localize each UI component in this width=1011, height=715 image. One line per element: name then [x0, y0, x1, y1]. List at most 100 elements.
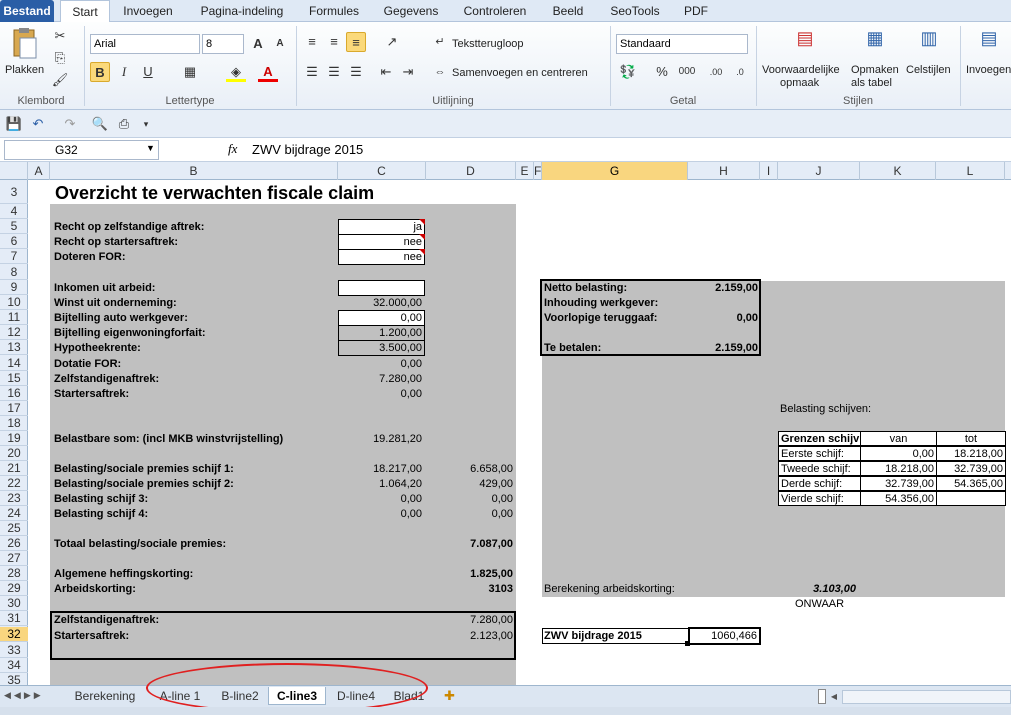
merge-center-button[interactable]: Samenvoegen en centreren	[452, 67, 588, 80]
column-header-k[interactable]: K	[860, 162, 936, 180]
print-preview-icon[interactable]: 🔍	[90, 114, 110, 134]
increase-decimal-icon[interactable]: .00	[706, 62, 726, 82]
conditional-format-icon[interactable]: ▤	[792, 28, 818, 54]
schijven-cell[interactable]: Vierde schijf:	[778, 491, 861, 506]
align-right-icon[interactable]: ☰	[346, 62, 366, 82]
wrap-text-button[interactable]: Tekstterugloop	[452, 38, 524, 51]
column-header-h[interactable]: H	[688, 162, 760, 180]
row-header-26[interactable]: 26	[0, 536, 28, 551]
row-header-5[interactable]: 5	[0, 219, 28, 234]
row-header-15[interactable]: 15	[0, 371, 28, 386]
row-header-9[interactable]: 9	[0, 280, 28, 295]
row-header-11[interactable]: 11	[0, 310, 28, 325]
wrap-text-icon[interactable]: ↵	[430, 32, 450, 52]
row-header-32[interactable]: 32	[0, 627, 28, 642]
schijven-cell[interactable]: 32.739,00	[860, 476, 937, 491]
select-all-corner[interactable]	[0, 162, 28, 180]
orientation-icon[interactable]: ↗	[382, 32, 402, 52]
tab-pdf[interactable]: PDF	[676, 0, 716, 22]
tab-invoegen[interactable]: Invoegen	[116, 0, 180, 22]
shrink-font-icon[interactable]: A	[270, 34, 290, 54]
schijven-header-cell[interactable]: van	[860, 431, 937, 446]
row-header-22[interactable]: 22	[0, 476, 28, 491]
row-header-17[interactable]: 17	[0, 401, 28, 416]
column-header-b[interactable]: B	[50, 162, 338, 180]
increase-indent-icon[interactable]: ⇥	[398, 62, 418, 82]
currency-icon[interactable]: 💱	[618, 62, 638, 82]
undo-icon[interactable]: ↶	[28, 114, 48, 134]
row-header-31[interactable]: 31	[0, 611, 28, 626]
redo-icon[interactable]: ↷	[60, 114, 80, 134]
row-header-8[interactable]: 8	[0, 265, 28, 280]
column-header-i[interactable]: I	[760, 162, 778, 180]
insert-cells-button[interactable]: Invoegen	[966, 64, 1011, 77]
schijven-header-cell[interactable]: tot	[936, 431, 1006, 446]
tab-formules[interactable]: Formules	[302, 0, 366, 22]
tab-split-handle[interactable]	[818, 689, 826, 704]
row-header-3[interactable]: 3	[0, 180, 28, 204]
column-header-e[interactable]: E	[516, 162, 534, 180]
row-header-13[interactable]: 13	[0, 340, 28, 355]
paste-button-label[interactable]: Plakken	[5, 64, 44, 77]
sheet-tab-berekening[interactable]: Berekening	[66, 687, 144, 705]
underline-button[interactable]: U	[138, 62, 158, 82]
format-as-table-button-line2[interactable]: als tabel	[851, 77, 892, 90]
sheet-nav-arrows-icon[interactable]: ◀◀▶▶	[4, 690, 44, 701]
tab-start[interactable]: Start	[60, 0, 110, 23]
fill-color-icon[interactable]: ◈	[226, 62, 246, 82]
column-header-c[interactable]: C	[338, 162, 426, 180]
schijven-cell[interactable]: 0,00	[860, 446, 937, 461]
column-header-d[interactable]: D	[426, 162, 516, 180]
schijven-cell[interactable]: 54.356,00	[860, 491, 937, 506]
row-header-29[interactable]: 29	[0, 581, 28, 596]
borders-icon[interactable]: ▦	[180, 62, 200, 82]
schijven-header-cell[interactable]: Grenzen schijv	[778, 431, 861, 446]
bold-button[interactable]: B	[90, 62, 110, 82]
horizontal-scrollbar[interactable]	[842, 690, 1011, 704]
row-header-16[interactable]: 16	[0, 386, 28, 401]
font-name-select[interactable]: Arial	[90, 34, 200, 54]
row-header-20[interactable]: 20	[0, 446, 28, 461]
align-center-icon[interactable]: ☰	[324, 62, 344, 82]
paste-icon[interactable]	[8, 26, 40, 60]
save-icon[interactable]: 💾	[4, 114, 24, 134]
number-format-select[interactable]: Standaard	[616, 34, 748, 54]
row-header-12[interactable]: 12	[0, 325, 28, 340]
tab-controleren[interactable]: Controleren	[456, 0, 534, 22]
column-header-g[interactable]: G	[542, 162, 688, 180]
tab-seotools[interactable]: SeoTools	[604, 0, 666, 22]
schijven-cell[interactable]: 54.365,00	[936, 476, 1006, 491]
copy-icon[interactable]: ⎘	[50, 48, 70, 68]
row-header-33[interactable]: 33	[0, 643, 28, 658]
print-icon[interactable]: ⎙	[114, 114, 134, 134]
fill-handle[interactable]	[685, 641, 690, 646]
column-header-a[interactable]: A	[28, 162, 50, 180]
format-painter-icon[interactable]: 🖌	[50, 70, 70, 90]
cut-icon[interactable]: ✂	[50, 26, 70, 46]
align-middle-icon[interactable]: ≡	[324, 32, 344, 52]
conditional-format-button-line2[interactable]: opmaak	[780, 77, 819, 90]
schijven-cell[interactable]	[936, 491, 1006, 506]
align-bottom-icon[interactable]: ≡	[346, 32, 366, 52]
font-color-icon[interactable]: A	[258, 62, 278, 82]
align-top-icon[interactable]: ≡	[302, 32, 322, 52]
tab-gegevens[interactable]: Gegevens	[378, 0, 444, 22]
customize-toolbar-icon[interactable]: ▾	[136, 114, 156, 134]
font-size-select[interactable]: 8	[202, 34, 244, 54]
column-header-l[interactable]: L	[936, 162, 1005, 180]
row-header-23[interactable]: 23	[0, 491, 28, 506]
format-as-table-icon[interactable]: ▦	[862, 28, 888, 54]
schijven-cell[interactable]: Eerste schijf:	[778, 446, 861, 461]
schijven-cell[interactable]: 18.218,00	[860, 461, 937, 476]
row-header-10[interactable]: 10	[0, 295, 28, 310]
row-header-24[interactable]: 24	[0, 506, 28, 521]
merge-icon[interactable]: ⇔	[430, 62, 450, 82]
row-header-14[interactable]: 14	[0, 356, 28, 371]
conditional-format-button[interactable]: Voorwaardelijke	[762, 64, 840, 77]
format-as-table-button[interactable]: Opmaken	[851, 64, 899, 77]
row-header-30[interactable]: 30	[0, 596, 28, 611]
name-box-dropdown-icon[interactable]: ▼	[146, 143, 155, 153]
cell-styles-button[interactable]: Celstijlen	[906, 64, 951, 77]
row-header-27[interactable]: 27	[0, 551, 28, 566]
schijven-cell[interactable]: 18.218,00	[936, 446, 1006, 461]
